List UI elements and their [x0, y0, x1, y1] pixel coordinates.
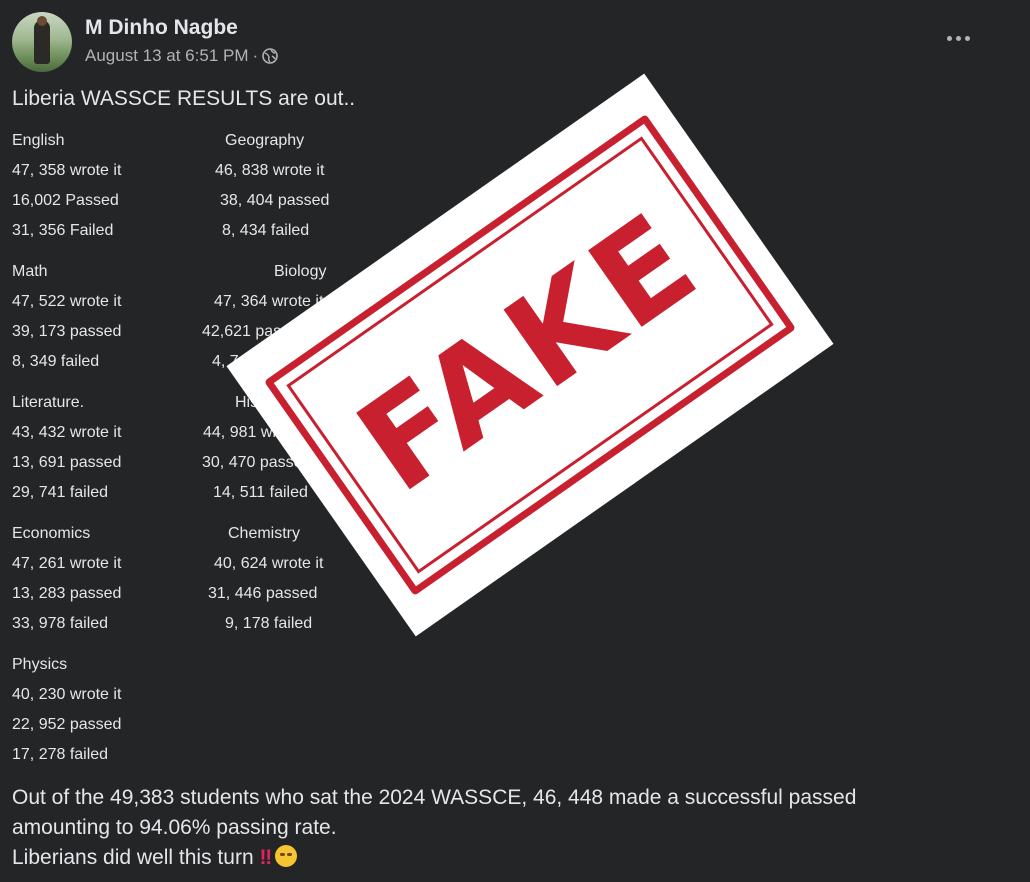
subject-name: Math: [12, 263, 48, 280]
subject-wrote: 47, 358 wrote it: [12, 162, 122, 179]
subject-block: Chemistry 40, 624 wrote it 31, 446 passe…: [208, 519, 323, 639]
post-meta: August 13 at 6:51 PM ·: [85, 46, 278, 66]
summary-line-last: Liberians did well this turn ‼: [12, 843, 1012, 873]
subject-wrote: 47, 522 wrote it: [12, 293, 122, 310]
author-name[interactable]: M Dinho Nagbe: [85, 16, 238, 40]
subject-block: Physics 40, 230 wrote it 22, 952 passed …: [12, 650, 121, 770]
avatar-figure: [34, 20, 50, 64]
subject-name: Geography: [225, 132, 305, 149]
subject-failed: 9, 178 failed: [225, 615, 313, 632]
subject-failed: 33, 978 failed: [12, 615, 109, 632]
subject-failed: 29, 741 failed: [12, 484, 109, 501]
post-summary: Out of the 49,383 students who sat the 2…: [12, 783, 1012, 873]
subject-block: Geography 46, 838 wrote it 38, 404 passe…: [215, 126, 329, 246]
subject-name: Chemistry: [228, 525, 301, 542]
subject-wrote: 46, 838 wrote it: [215, 162, 325, 179]
subject-failed: 8, 434 failed: [222, 222, 310, 239]
subject-block: Literature. 43, 432 wrote it 13, 691 pas…: [12, 388, 121, 508]
avatar[interactable]: [12, 12, 72, 72]
post-intro: Liberia WASSCE RESULTS are out..: [12, 87, 356, 110]
subject-passed: 13, 691 passed: [12, 454, 122, 471]
subject-row: English 47, 358 wrote it 16,002 Passed 3…: [12, 126, 412, 246]
subject-block: Math 47, 522 wrote it 39, 173 passed 8, …: [12, 257, 121, 377]
subject-row: Physics 40, 230 wrote it 22, 952 passed …: [12, 650, 412, 770]
subject-wrote: 47, 261 wrote it: [12, 555, 122, 572]
summary-text: Liberians did well this turn: [12, 846, 254, 869]
subject-block: English 47, 358 wrote it 16,002 Passed 3…: [12, 126, 121, 246]
subject-passed: 22, 952 passed: [12, 716, 122, 733]
avatar-head: [37, 16, 47, 26]
subject-name: Physics: [12, 656, 68, 673]
subject-passed: 39, 173 passed: [12, 323, 122, 340]
subject-name: Literature.: [12, 394, 85, 411]
subject-block: Economics 47, 261 wrote it 13, 283 passe…: [12, 519, 121, 639]
post-date[interactable]: August 13 at 6:51 PM: [85, 46, 249, 66]
subject-wrote: 40, 624 wrote it: [214, 555, 324, 572]
subject-passed: 31, 446 passed: [208, 585, 318, 602]
subject-passed: 13, 283 passed: [12, 585, 122, 602]
summary-line: Out of the 49,383 students who sat the 2…: [12, 786, 857, 809]
subject-passed: 38, 404 passed: [220, 192, 330, 209]
subject-name: Biology: [274, 263, 327, 280]
subject-failed: 17, 278 failed: [12, 746, 109, 763]
subject-wrote: 43, 432 wrote it: [12, 424, 122, 441]
subject-name: Economics: [12, 525, 91, 542]
emoji-face-icon: [275, 845, 298, 867]
subject-failed: 31, 356 Failed: [12, 222, 114, 239]
post-header: M Dinho Nagbe August 13 at 6:51 PM ·: [12, 12, 1030, 72]
double-exclamation-icon: ‼: [259, 846, 272, 869]
subject-passed: 16,002 Passed: [12, 192, 119, 209]
subject-name: English: [12, 132, 65, 149]
post-body: Liberia WASSCE RESULTS are out..: [12, 84, 1012, 123]
subject-wrote: 40, 230 wrote it: [12, 686, 122, 703]
globe-icon: [262, 48, 278, 64]
subject-failed: 14, 511 failed: [213, 484, 308, 501]
summary-line: amounting to 94.06% passing rate.: [12, 816, 337, 839]
more-options-icon[interactable]: [947, 36, 970, 41]
subject-failed: 8, 349 failed: [12, 353, 100, 370]
meta-separator: ·: [252, 46, 259, 65]
